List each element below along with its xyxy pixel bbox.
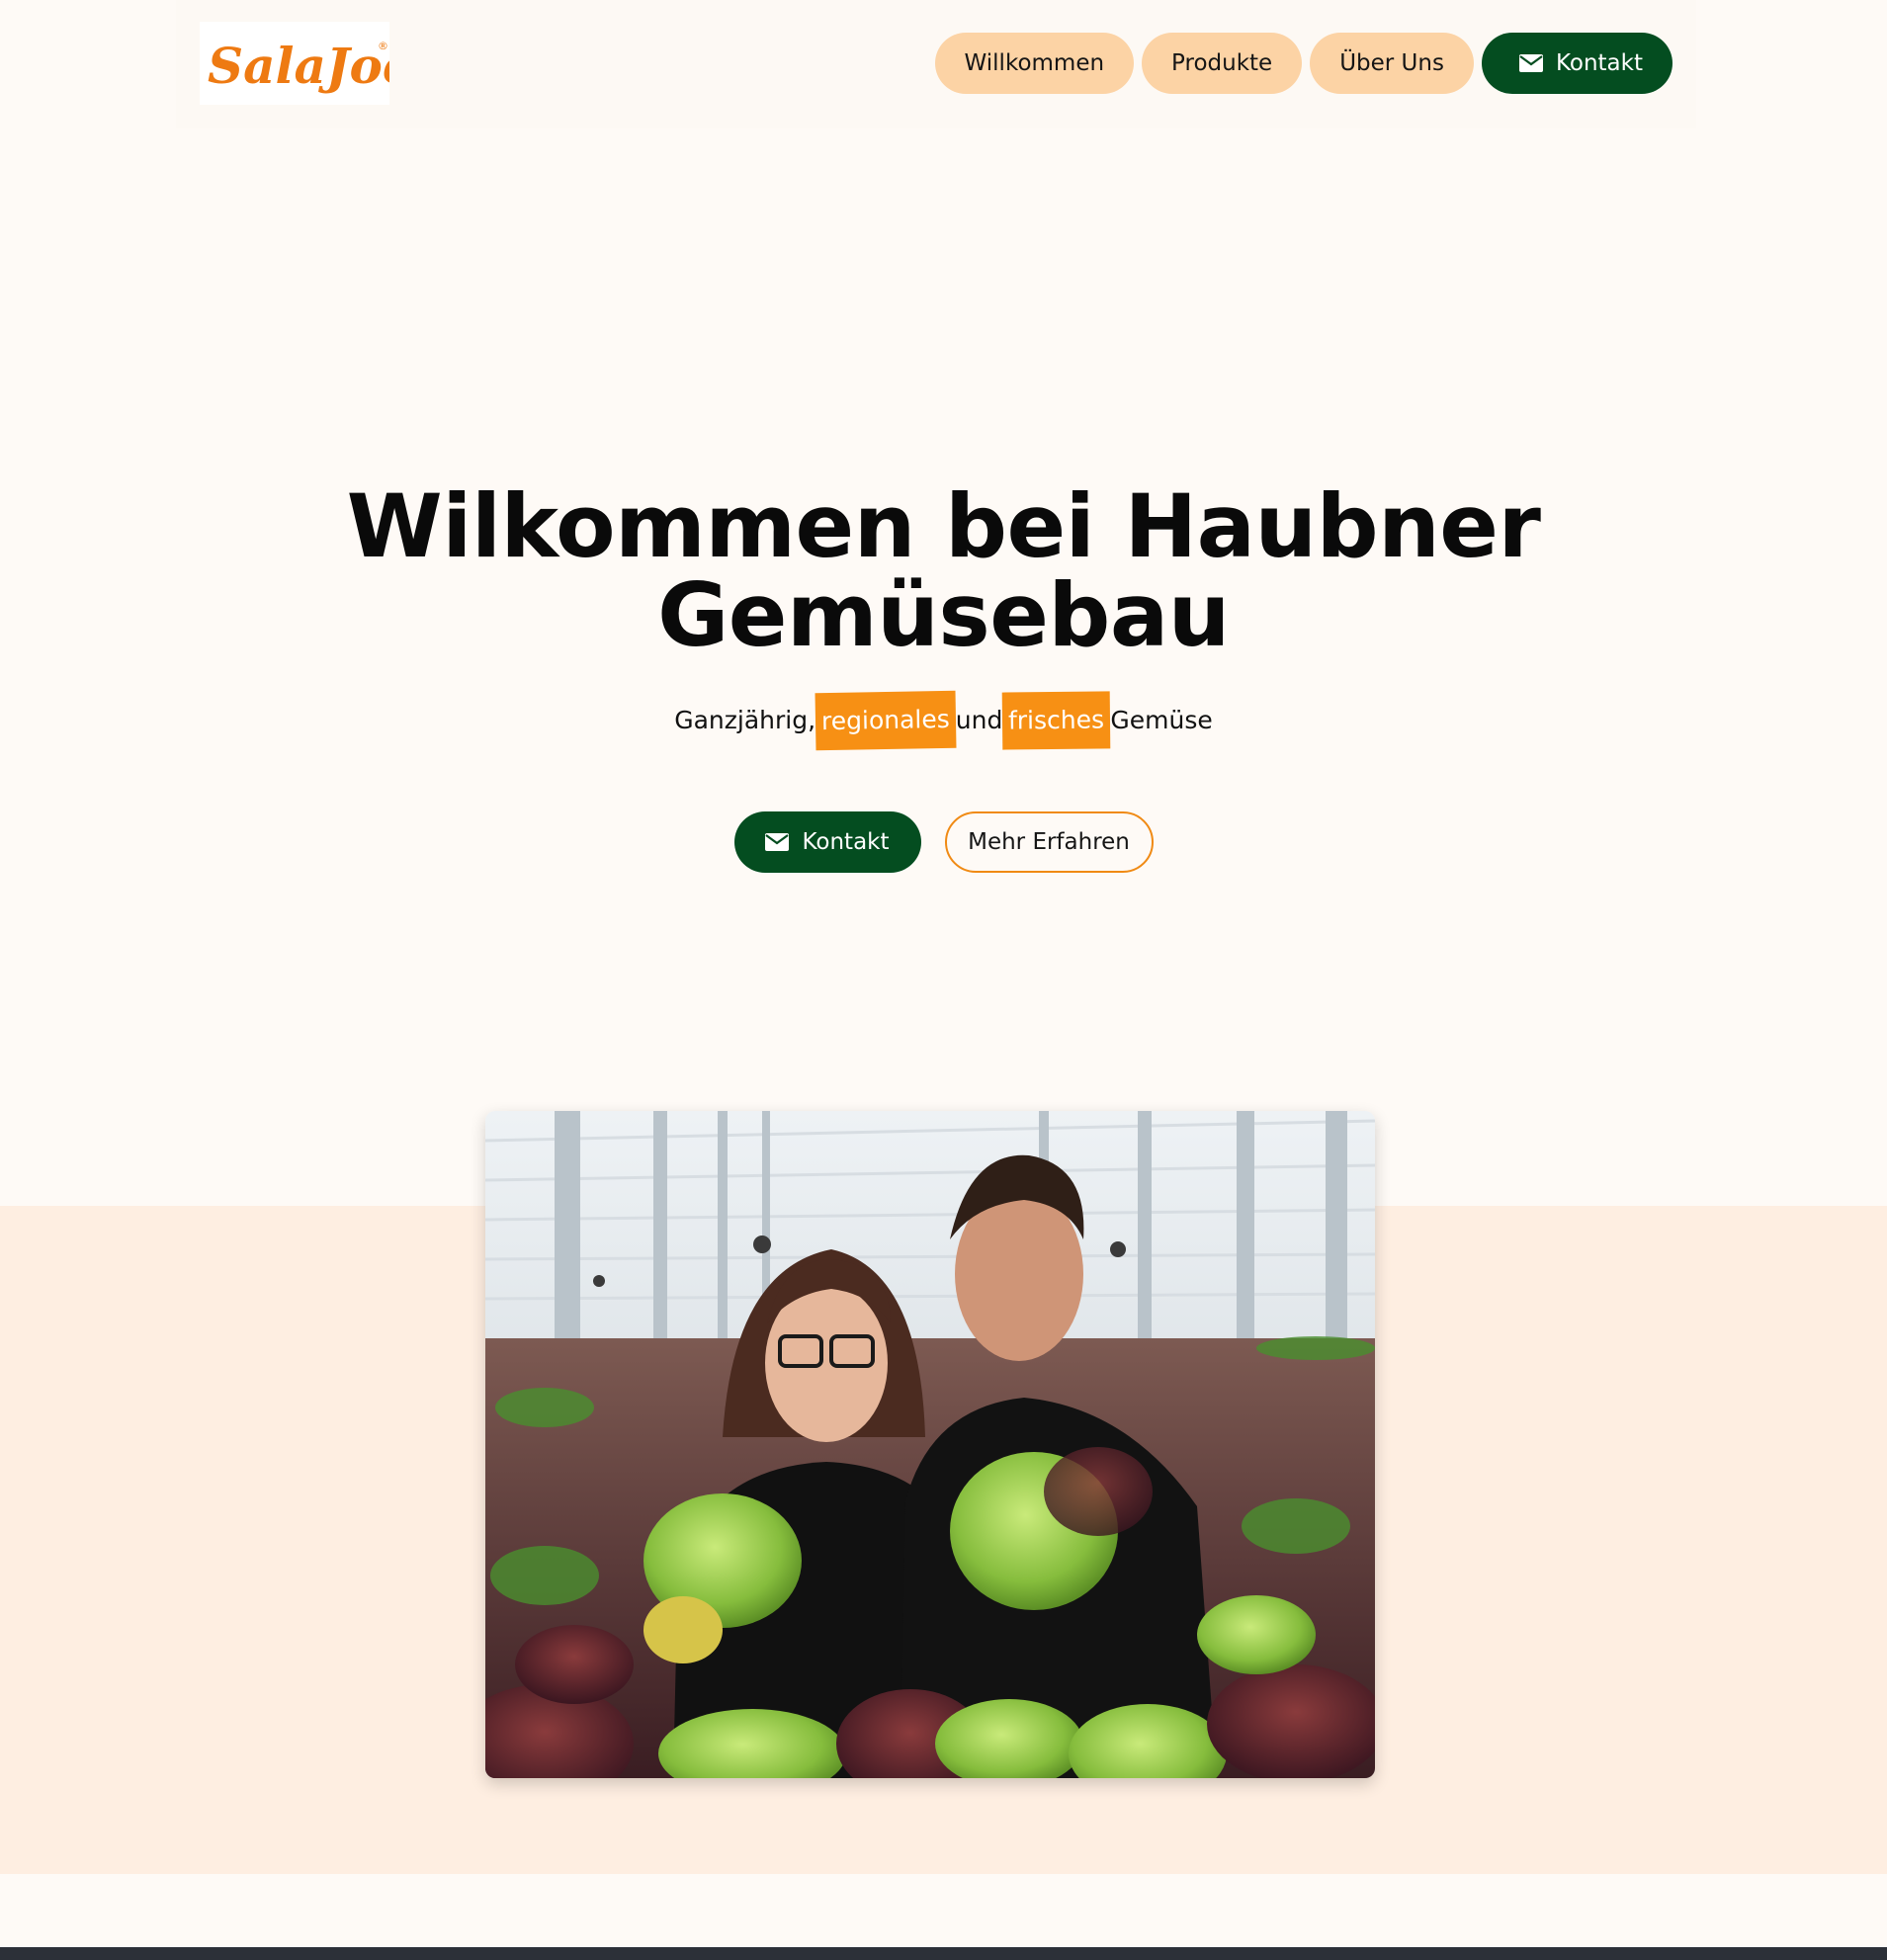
contact-button[interactable]: Kontakt (733, 811, 921, 873)
svg-text:SalaJoe: SalaJoe (208, 37, 389, 95)
subtitle-text: Ganzjährig, (674, 706, 816, 734)
nav-item-willkommen[interactable]: Willkommen (934, 33, 1135, 94)
envelope-icon (765, 833, 790, 851)
highlight-frisches: frisches (1002, 691, 1111, 750)
hero-title-line1: Wilkommen bei Haubner (346, 475, 1541, 577)
brand-logo[interactable]: SalaJoe ® (200, 22, 389, 105)
nav-item-produkte[interactable]: Produkte (1142, 33, 1303, 94)
subtitle-text: und (955, 706, 1003, 734)
highlight-regionales: regionales (815, 690, 957, 751)
hero-title: Wilkommen bei Haubner Gemüsebau (0, 482, 1887, 660)
hero-title-line2: Gemüsebau (657, 564, 1230, 666)
subtitle-text: Gemüse (1110, 706, 1213, 734)
nav-item-ueber-uns[interactable]: Über Uns (1310, 33, 1474, 94)
nav-item-label: Produkte (1171, 50, 1273, 76)
envelope-icon (1518, 54, 1543, 72)
nav-contact-button[interactable]: Kontakt (1481, 33, 1673, 94)
salajoe-logo-graphic: SalaJoe ® (208, 37, 389, 95)
hero-photo (485, 1111, 1375, 1778)
bottom-section-edge (0, 1947, 1887, 1960)
site-header: SalaJoe ® Willkommen Produkte Über Uns K… (176, 0, 1696, 128)
learn-more-button[interactable]: Mehr Erfahren (944, 811, 1154, 873)
contact-button-label: Kontakt (802, 829, 890, 855)
svg-text:®: ® (378, 40, 388, 52)
nav-contact-label: Kontakt (1555, 50, 1643, 76)
nav-item-label: Über Uns (1339, 50, 1444, 76)
nav-item-label: Willkommen (964, 50, 1105, 76)
greenhouse-couple-photo (485, 1111, 1375, 1778)
hero-subtitle: Ganzjährig, regionales und frisches Gemüse (0, 690, 1887, 751)
learn-more-label: Mehr Erfahren (968, 829, 1130, 855)
hero-cta-group: Kontakt Mehr Erfahren (0, 811, 1887, 873)
main-nav: Willkommen Produkte Über Uns Kontakt (934, 33, 1673, 94)
